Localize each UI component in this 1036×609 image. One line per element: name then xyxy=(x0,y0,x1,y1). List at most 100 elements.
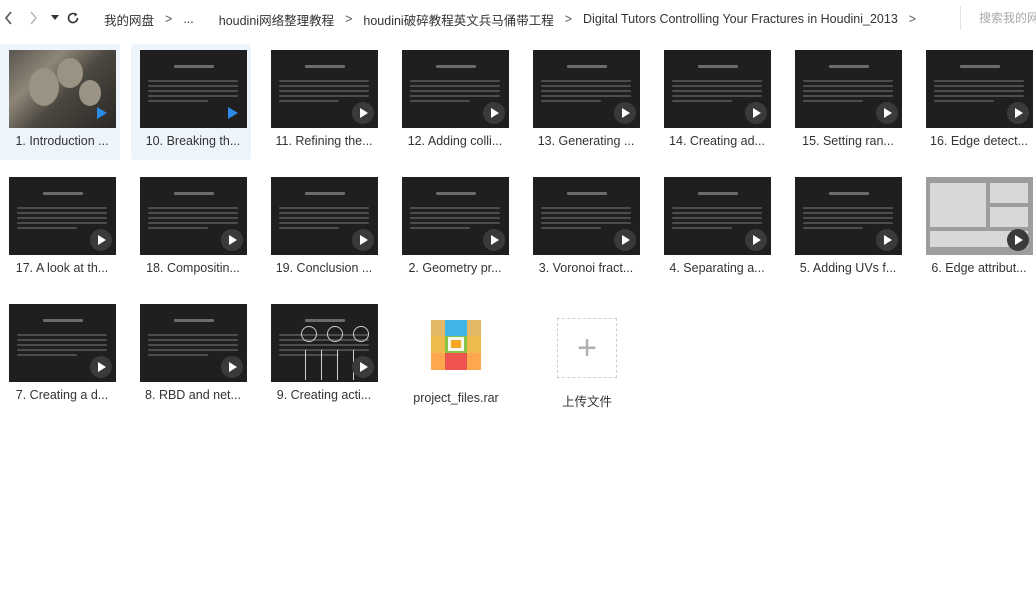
play-icon xyxy=(876,229,898,251)
thumbnail-text-line xyxy=(672,80,762,82)
video-file-item[interactable]: 14. Creating ad... xyxy=(655,44,775,160)
thumbnail-title-line xyxy=(436,192,476,195)
thumbnail-text-line xyxy=(803,80,893,82)
thumbnail-diagram-node xyxy=(327,326,343,342)
thumbnail-text-line xyxy=(279,227,339,229)
play-icon xyxy=(745,229,767,251)
file-name-label: 11. Refining the... xyxy=(275,134,373,148)
video-file-item[interactable]: 6. Edge attribut... xyxy=(917,171,1036,287)
file-name-label: 15. Setting ran... xyxy=(802,134,894,148)
thumbnail-text-line xyxy=(803,90,893,92)
thumbnail-text-line xyxy=(803,222,893,224)
thumbnail-text-line xyxy=(279,100,339,102)
breadcrumb-separator: > xyxy=(564,12,573,26)
play-icon xyxy=(90,102,112,124)
thumbnail-title-line xyxy=(960,65,1000,68)
video-file-item[interactable]: 13. Generating ... xyxy=(524,44,644,160)
thumbnail-text-line xyxy=(410,80,500,82)
search-input[interactable]: 搜索我的网 xyxy=(960,6,1036,30)
thumbnail-title-line xyxy=(174,319,214,322)
thumbnail-photo-shape xyxy=(29,68,59,106)
breadcrumb-item-root[interactable]: 我的网盘 xyxy=(104,10,154,29)
upload-button[interactable]: + xyxy=(557,318,617,378)
video-file-item[interactable]: 16. Edge detect... xyxy=(917,44,1036,160)
breadcrumb-item-fracture-tutorials[interactable]: houdini破碎教程英文兵马俑带工程 xyxy=(363,10,553,29)
thumbnail-diagram-line xyxy=(321,350,322,380)
breadcrumb-item-ellipsis[interactable]: ... xyxy=(183,12,193,26)
video-thumbnail xyxy=(795,50,902,128)
back-button[interactable] xyxy=(0,8,18,28)
thumbnail-diagram-node xyxy=(301,326,317,342)
thumbnail-title-line xyxy=(305,192,345,195)
breadcrumb-separator: > xyxy=(908,12,917,26)
thumbnail-text-line xyxy=(803,95,893,97)
play-icon xyxy=(1007,102,1029,124)
video-thumbnail xyxy=(533,177,640,255)
thumbnail-text-line xyxy=(410,207,500,209)
thumbnail-text-line xyxy=(410,217,500,219)
thumbnail-text-line xyxy=(148,80,238,82)
video-file-item[interactable]: 5. Adding UVs f... xyxy=(786,171,906,287)
thumbnail-diagram-line xyxy=(305,350,306,380)
thumbnail-text-line xyxy=(148,227,208,229)
play-icon xyxy=(352,356,374,378)
thumbnail-text-line xyxy=(410,85,500,87)
video-file-item[interactable]: 9. Creating acti... xyxy=(262,298,382,414)
toolbar: 我的网盘 > ... houdini网络整理教程 > houdini破碎教程英文… xyxy=(0,0,1036,36)
thumbnail-text-line xyxy=(17,227,77,229)
history-dropdown-button[interactable] xyxy=(46,8,64,28)
video-file-item[interactable]: 1. Introduction ... xyxy=(0,44,120,160)
video-thumbnail xyxy=(140,177,247,255)
video-file-item[interactable]: 11. Refining the... xyxy=(262,44,382,160)
video-file-item[interactable]: 19. Conclusion ... xyxy=(262,171,382,287)
play-icon xyxy=(745,102,767,124)
breadcrumb-item-houdini-tutorials[interactable]: houdini网络整理教程 xyxy=(219,10,334,29)
thumbnail-text-line xyxy=(148,100,208,102)
file-name-label: 5. Adding UVs f... xyxy=(799,261,897,275)
video-thumbnail xyxy=(664,177,771,255)
thumbnail-text-line xyxy=(934,90,1024,92)
thumbnail-text-line xyxy=(541,207,631,209)
thumbnail-title-line xyxy=(174,65,214,68)
thumbnail-text-line xyxy=(279,90,369,92)
thumbnail-text-line xyxy=(279,207,369,209)
thumbnail-title-line xyxy=(43,319,83,322)
video-file-item[interactable]: 2. Geometry pr... xyxy=(393,171,513,287)
forward-button[interactable] xyxy=(24,8,42,28)
file-name-label: 18. Compositin... xyxy=(146,261,240,275)
video-file-item[interactable]: 17. A look at th... xyxy=(0,171,120,287)
thumbnail-text-line xyxy=(17,334,107,336)
thumbnail-text-line xyxy=(17,217,107,219)
play-icon xyxy=(352,102,374,124)
thumbnail-text-line xyxy=(148,334,238,336)
play-icon xyxy=(483,229,505,251)
caret-down-icon xyxy=(51,15,59,20)
thumbnail-title-line xyxy=(567,192,607,195)
breadcrumb-item-current-folder[interactable]: Digital Tutors Controlling Your Fracture… xyxy=(583,12,898,26)
play-icon xyxy=(221,356,243,378)
video-thumbnail xyxy=(140,304,247,382)
thumbnail-text-line xyxy=(148,212,238,214)
video-file-item[interactable]: 8. RBD and net... xyxy=(131,298,251,414)
thumbnail-text-line xyxy=(279,354,339,356)
thumbnail-text-line xyxy=(17,212,107,214)
breadcrumb: 我的网盘 > ... houdini网络整理教程 > houdini破碎教程英文… xyxy=(104,10,927,28)
video-file-item[interactable]: 18. Compositin... xyxy=(131,171,251,287)
thumbnail-text-line xyxy=(17,222,107,224)
video-file-item[interactable]: 4. Separating a... xyxy=(655,171,775,287)
video-file-item[interactable]: 3. Voronoi fract... xyxy=(524,171,644,287)
thumbnail-text-line xyxy=(672,100,732,102)
thumbnail-title-line xyxy=(305,319,345,322)
file-name-label: 13. Generating ... xyxy=(537,134,635,148)
thumbnail-text-line xyxy=(17,354,77,356)
video-file-item[interactable]: 15. Setting ran... xyxy=(786,44,906,160)
thumbnail-text-line xyxy=(541,85,631,87)
video-file-item[interactable]: 7. Creating a d... xyxy=(0,298,120,414)
refresh-button[interactable] xyxy=(64,8,82,28)
thumbnail-photo-shape xyxy=(57,58,83,88)
video-thumbnail xyxy=(926,50,1033,128)
video-file-item[interactable]: 10. Breaking th... xyxy=(131,44,251,160)
rar-archive-icon[interactable] xyxy=(431,320,481,370)
video-file-item[interactable]: 12. Adding colli... xyxy=(393,44,513,160)
file-name-label: 6. Edge attribut... xyxy=(931,261,1027,275)
